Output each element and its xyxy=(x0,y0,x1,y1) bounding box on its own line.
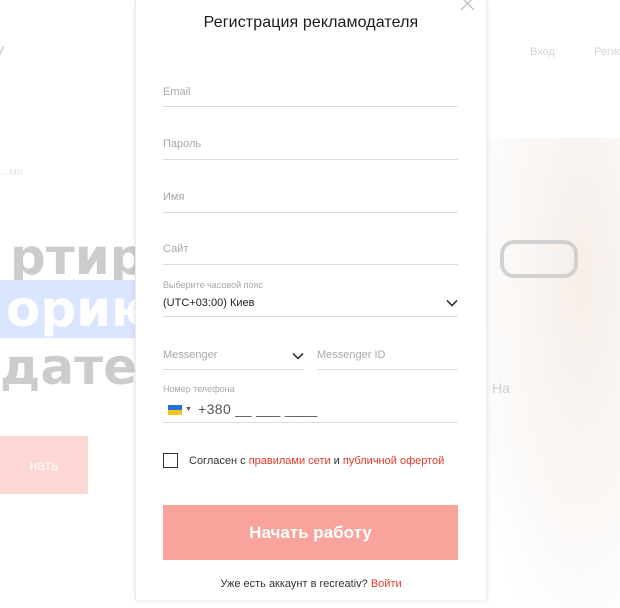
messenger-id-placeholder: Messenger ID xyxy=(317,349,386,361)
login-link[interactable]: Войти xyxy=(371,578,402,590)
agreement-row: Согласен с правилами сети и публичной оф… xyxy=(163,452,463,472)
messenger-type-placeholder: Messenger xyxy=(163,349,218,361)
background-photo-glasses xyxy=(500,240,578,278)
background-photo xyxy=(486,138,620,608)
agreement-conjunction: и xyxy=(330,455,343,467)
messenger-type-select[interactable]: Messenger xyxy=(163,337,304,370)
public-offer-link[interactable]: публичной офертой xyxy=(343,455,444,467)
name-placeholder: Имя xyxy=(163,191,185,203)
background-cta-button: нать xyxy=(0,436,88,494)
timezone-value: (UTC+03:00) Киев xyxy=(163,297,255,309)
phone-label: Номер телефона xyxy=(163,384,235,394)
registration-modal: Регистрация рекламодателя Email Пароль И… xyxy=(135,0,487,600)
email-field[interactable]: Email xyxy=(163,74,458,107)
country-dropdown-caret-icon[interactable]: ▼ xyxy=(185,406,192,413)
start-work-button[interactable]: Начать работу xyxy=(163,505,458,560)
background-photo-caption: На xyxy=(492,380,510,396)
timezone-label: Выберите часовой пояс xyxy=(163,280,263,290)
rules-link[interactable]: правилами сети xyxy=(249,455,331,467)
ukraine-flag-icon[interactable] xyxy=(168,405,182,415)
background-breadcrumb: ...ме xyxy=(0,166,23,178)
login-row: Уже есть аккаунт в recreativ? Войти xyxy=(136,578,486,590)
timezone-select[interactable]: Выберите часовой пояс (UTC+03:00) Киев xyxy=(163,278,458,317)
phone-value: +380 __ ___ ____ xyxy=(198,401,318,417)
password-field[interactable]: Пароль xyxy=(163,126,458,160)
background-nav-item-1: Вход xyxy=(530,46,555,58)
background-nav-item-2: Регист xyxy=(594,46,620,58)
site-field[interactable]: Сайт xyxy=(163,232,458,265)
chevron-down-icon xyxy=(446,299,458,307)
background-logo: y xyxy=(0,40,5,61)
agreement-text: Согласен с правилами сети и публичной оф… xyxy=(189,455,444,467)
email-placeholder: Email xyxy=(163,86,191,98)
password-placeholder: Пароль xyxy=(163,138,202,150)
close-icon[interactable] xyxy=(458,0,476,14)
messenger-id-field[interactable]: Messenger ID xyxy=(317,337,458,370)
agreement-prefix: Согласен с xyxy=(189,455,249,467)
name-field[interactable]: Имя xyxy=(163,179,458,213)
chevron-down-icon xyxy=(292,352,304,360)
modal-title: Регистрация рекламодателя xyxy=(203,14,419,31)
site-placeholder: Сайт xyxy=(163,243,189,255)
login-prompt: Уже есть аккаунт в recreativ? xyxy=(220,578,371,590)
phone-field[interactable]: Номер телефона ▼ +380 __ ___ ____ xyxy=(163,382,458,423)
agreement-checkbox[interactable] xyxy=(163,453,178,468)
